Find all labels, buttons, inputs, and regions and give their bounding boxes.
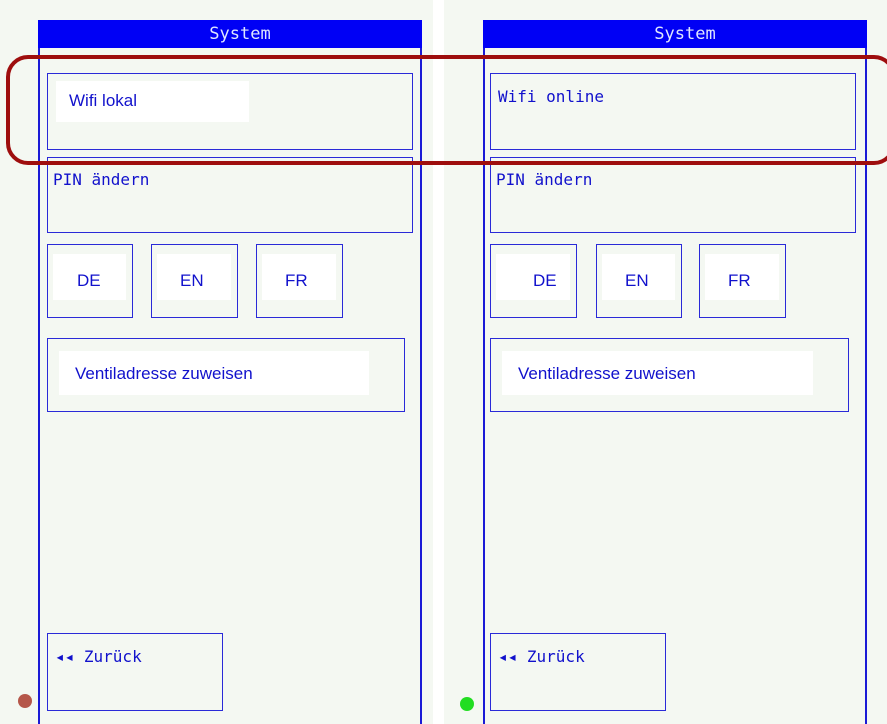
left-border-line: [483, 20, 485, 724]
lang-de-button[interactable]: DE: [490, 244, 577, 318]
right-border-line: [420, 20, 422, 724]
lang-fr-label: FR: [728, 271, 751, 290]
right-border-line: [865, 20, 867, 724]
status-indicator-dot: [460, 697, 474, 711]
lang-en-label: EN: [625, 271, 649, 290]
left-border-line: [38, 20, 40, 724]
wifi-label: Wifi online: [498, 87, 604, 106]
lang-en-button[interactable]: EN: [596, 244, 682, 318]
screen-title: System: [654, 24, 716, 44]
ventil-label: Ventiladresse zuweisen: [518, 364, 696, 383]
pin-label: PIN ändern: [53, 170, 150, 189]
pin-change-button[interactable]: PIN ändern: [490, 157, 856, 233]
ventil-label: Ventiladresse zuweisen: [75, 364, 253, 383]
wifi-button[interactable]: Wifi online: [490, 73, 856, 150]
back-button[interactable]: ◂◂ Zurück: [490, 633, 666, 711]
back-label: ◂◂ Zurück: [498, 647, 585, 666]
lang-fr-label: FR: [285, 271, 308, 290]
lang-en-label: EN: [180, 271, 204, 290]
lang-fr-button[interactable]: FR: [256, 244, 343, 318]
screen-title: System: [209, 24, 271, 44]
back-label: ◂◂ Zurück: [55, 647, 142, 666]
title-bar: System: [38, 20, 422, 48]
left-screen: System Wifi lokal PIN ändern DE EN FR Ve…: [0, 0, 433, 724]
lang-de-button[interactable]: DE: [47, 244, 133, 318]
back-button[interactable]: ◂◂ Zurück: [47, 633, 223, 711]
ventil-address-button[interactable]: Ventiladresse zuweisen: [490, 338, 849, 412]
ventil-address-button[interactable]: Ventiladresse zuweisen: [47, 338, 405, 412]
right-screen: System Wifi online PIN ändern DE EN FR V…: [444, 0, 887, 724]
wifi-button[interactable]: Wifi lokal: [47, 73, 413, 150]
lang-en-button[interactable]: EN: [151, 244, 238, 318]
lang-fr-button[interactable]: FR: [699, 244, 786, 318]
pin-change-button[interactable]: PIN ändern: [47, 157, 413, 233]
title-bar: System: [483, 20, 867, 48]
lang-de-label: DE: [77, 271, 101, 290]
status-indicator-dot: [18, 694, 32, 708]
lang-de-label: DE: [533, 271, 557, 290]
wifi-label: Wifi lokal: [69, 91, 138, 110]
pin-label: PIN ändern: [496, 170, 593, 189]
